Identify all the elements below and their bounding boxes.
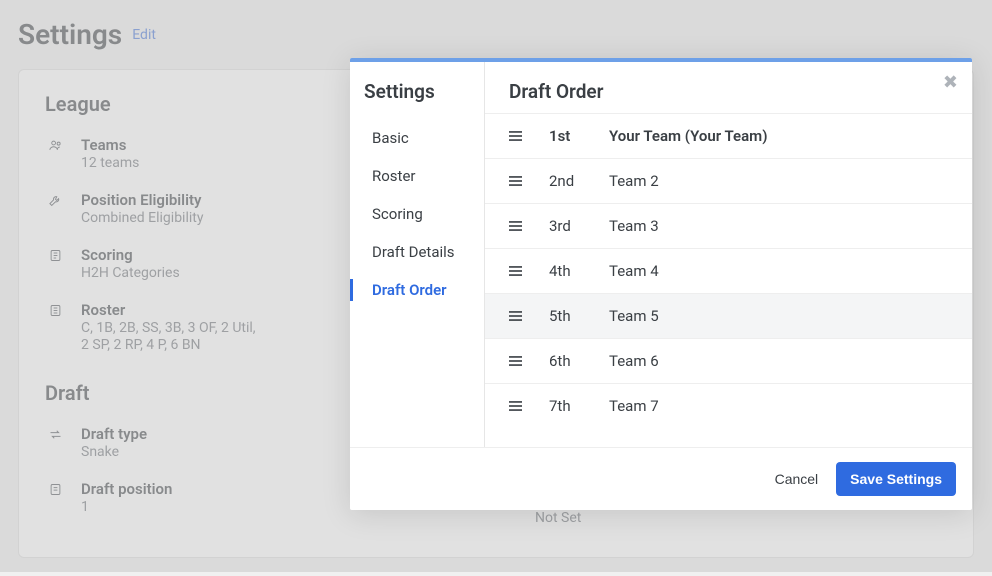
order-pos: 7th (549, 397, 609, 415)
order-row[interactable]: 1st Your Team (Your Team) (485, 113, 972, 158)
order-team: Team 2 (609, 172, 948, 190)
modal-sidebar: Settings Basic Roster Scoring Draft Deta… (350, 62, 485, 447)
order-pos: 1st (549, 127, 609, 145)
nav-roster[interactable]: Roster (350, 157, 484, 195)
nav-basic[interactable]: Basic (350, 119, 484, 157)
nav-draft-details[interactable]: Draft Details (350, 233, 484, 271)
drag-handle-icon[interactable] (509, 175, 549, 187)
cancel-button[interactable]: Cancel (775, 471, 819, 487)
order-team: Team 6 (609, 352, 948, 370)
order-team: Your Team (Your Team) (609, 127, 948, 145)
drag-handle-icon[interactable] (509, 130, 549, 142)
order-pos: 5th (549, 307, 609, 325)
order-team: Team 4 (609, 262, 948, 280)
order-row[interactable]: 7th Team 7 (485, 383, 972, 428)
sidebar-title: Settings (350, 80, 484, 119)
drag-handle-icon[interactable] (509, 265, 549, 277)
order-row[interactable]: 5th Team 5 (485, 293, 972, 338)
order-pos: 4th (549, 262, 609, 280)
order-team: Team 5 (609, 307, 948, 325)
order-row[interactable]: 3rd Team 3 (485, 203, 972, 248)
order-pos: 6th (549, 352, 609, 370)
order-row[interactable]: 2nd Team 2 (485, 158, 972, 203)
save-button[interactable]: Save Settings (836, 462, 956, 496)
drag-handle-icon[interactable] (509, 355, 549, 367)
order-team: Team 7 (609, 397, 948, 415)
drag-handle-icon[interactable] (509, 400, 549, 412)
close-icon[interactable]: ✖ (943, 72, 958, 93)
order-row[interactable]: 6th Team 6 (485, 338, 972, 383)
drag-handle-icon[interactable] (509, 310, 549, 322)
drag-handle-icon[interactable] (509, 220, 549, 232)
nav-scoring[interactable]: Scoring (350, 195, 484, 233)
order-team: Team 3 (609, 217, 948, 235)
order-pos: 2nd (549, 172, 609, 190)
draft-order-modal: ✖ Settings Basic Roster Scoring Draft De… (350, 58, 972, 510)
content-title: Draft Order (509, 80, 948, 103)
order-pos: 3rd (549, 217, 609, 235)
modal-content[interactable]: Draft Order 1st Your Team (Your Team) 2n… (485, 62, 972, 447)
modal-footer: Cancel Save Settings (350, 447, 972, 510)
order-row[interactable]: 4th Team 4 (485, 248, 972, 293)
nav-draft-order[interactable]: Draft Order (350, 271, 484, 309)
